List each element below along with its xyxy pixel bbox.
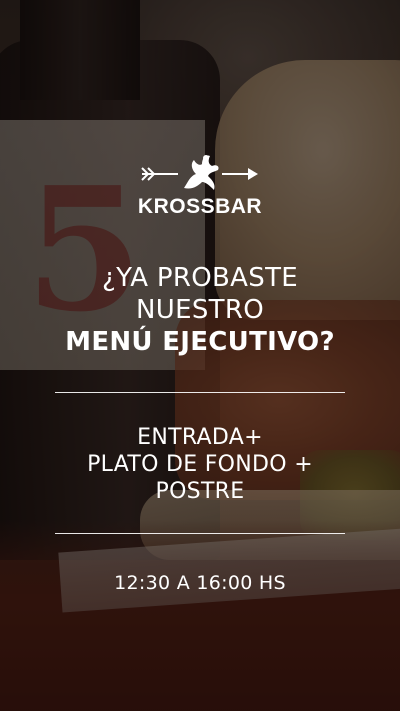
divider-top	[55, 392, 345, 393]
menu-line-1: ENTRADA+	[137, 425, 263, 450]
menu-line-2: PLATO DE FONDO +	[87, 452, 313, 477]
menu-line-3: POSTRE	[155, 479, 245, 504]
brand-name: KROSSBAR	[137, 195, 263, 218]
headline-line-1: ¿YA PROBASTE	[102, 263, 298, 293]
headline-line-3: MENÚ EJECUTIVO?	[65, 327, 335, 357]
headline: ¿YA PROBASTE NUESTRO MENÚ EJECUTIVO?	[0, 262, 400, 358]
krossbar-logo-icon	[141, 155, 258, 190]
brand-logo: KROSSBAR	[0, 152, 400, 222]
divider-bottom	[55, 533, 345, 534]
opening-hours: 12:30 A 16:00 HS	[114, 572, 286, 594]
headline-line-2: NUESTRO	[136, 295, 264, 325]
menu-description: ENTRADA+ PLATO DE FONDO + POSTRE	[0, 424, 400, 505]
promo-story: 5 KROSSBAR ¿YA PROBASTE NUESTRO MENÚ EJE…	[0, 0, 400, 711]
